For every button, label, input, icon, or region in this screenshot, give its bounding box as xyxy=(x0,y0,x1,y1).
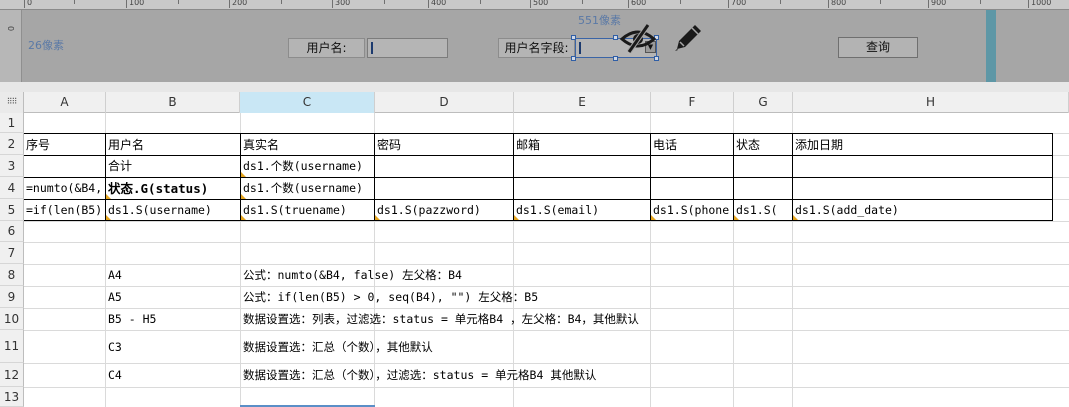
expand-marker-icon xyxy=(106,215,111,220)
ruler-label: 0 xyxy=(6,25,16,32)
expand-marker-icon xyxy=(241,215,246,220)
column-header-b[interactable]: B xyxy=(106,92,240,113)
text-cursor xyxy=(579,42,581,54)
table-header-cell[interactable]: 电话 xyxy=(651,135,733,155)
expand-marker-icon xyxy=(375,215,380,220)
parameter-panel: 0 100 200 300 400 500 600 700 800 900 10… xyxy=(0,0,1069,82)
note-text[interactable]: 数据设置选：列表，过滤选：status = 单元格B4 ，左父格：B4，其他默认 xyxy=(241,309,941,330)
note-text[interactable]: 数据设置选：汇总（个数），过滤选：status = 单元格B4 其他默认 xyxy=(241,364,941,387)
table-header-cell[interactable]: 用户名 xyxy=(106,135,240,155)
ruler-label: 800 xyxy=(831,0,847,7)
top-offset-label: 551像素 xyxy=(578,14,621,27)
row-header[interactable]: 10 xyxy=(0,308,24,330)
username-label: 用户名: xyxy=(288,38,365,58)
expand-marker-icon xyxy=(106,194,111,199)
expand-marker-icon xyxy=(514,215,519,220)
cell-a4[interactable]: =numto(&B4, xyxy=(24,178,105,199)
vertical-ruler: 0 xyxy=(0,10,22,82)
ruler-label: 200 xyxy=(232,0,248,7)
select-all-corner[interactable]: ⠿⠿ xyxy=(0,92,24,113)
note-ref[interactable]: C4 xyxy=(106,364,240,387)
column-header-d[interactable]: D xyxy=(375,92,514,113)
resize-handle[interactable] xyxy=(571,35,576,40)
pencil-icon[interactable] xyxy=(672,22,704,54)
ruler-label: 600 xyxy=(631,0,647,7)
row-header[interactable]: 3 xyxy=(0,155,24,177)
panel-separator[interactable] xyxy=(0,82,1069,92)
expand-marker-icon xyxy=(651,215,656,220)
table-header-cell[interactable]: 序号 xyxy=(24,135,105,155)
column-header-e[interactable]: E xyxy=(514,92,651,113)
cell-f5[interactable]: ds1.S(phone xyxy=(651,200,733,220)
eye-slash-icon[interactable] xyxy=(620,22,656,54)
row-header[interactable]: 5 xyxy=(0,199,24,221)
note-ref[interactable]: A5 xyxy=(106,287,240,308)
column-header-f[interactable]: F xyxy=(651,92,734,113)
row-header[interactable]: 7 xyxy=(0,242,24,264)
expand-marker-icon xyxy=(241,172,246,177)
ruler-label: 900 xyxy=(931,0,947,7)
table-header-cell[interactable]: 添加日期 xyxy=(793,135,1052,155)
cell-b5[interactable]: ds1.S(username) xyxy=(106,200,240,220)
note-ref[interactable]: B5 - H5 xyxy=(106,309,240,330)
report-grid: ⠿⠿ A B C D E F G H 1 2 3 4 5 6 7 8 9 10 … xyxy=(0,92,1069,407)
cell-c4[interactable]: ds1.个数(username) xyxy=(241,178,374,199)
cell-c5[interactable]: ds1.S(truename) xyxy=(241,200,374,220)
row-header[interactable]: 6 xyxy=(0,221,24,242)
cell-a5[interactable]: =if(len(B5) xyxy=(24,200,105,220)
table-header-cell[interactable]: 真实名 xyxy=(241,135,374,155)
left-offset-label: 26像素 xyxy=(28,39,64,52)
row-header[interactable]: 13 xyxy=(0,387,24,407)
query-button[interactable]: 查询 xyxy=(838,37,918,58)
ruler-label: 400 xyxy=(431,0,447,7)
expand-marker-icon xyxy=(241,194,246,199)
row-header[interactable]: 8 xyxy=(0,264,24,286)
ruler-label: 0 xyxy=(27,0,33,7)
resize-handle[interactable] xyxy=(654,56,659,61)
row-header[interactable]: 1 xyxy=(0,113,24,133)
row-header[interactable]: 11 xyxy=(0,330,24,363)
text-cursor xyxy=(371,42,373,54)
table-header-cell[interactable]: 密码 xyxy=(375,135,513,155)
cell-d5[interactable]: ds1.S(pazzword) xyxy=(375,200,513,220)
column-header-h[interactable]: H xyxy=(793,92,1069,113)
cell-b4[interactable]: 状态.G(status) xyxy=(106,178,240,199)
row-header[interactable]: 12 xyxy=(0,363,24,387)
resize-handle[interactable] xyxy=(571,56,576,61)
note-ref[interactable]: A4 xyxy=(106,265,240,286)
expand-marker-icon xyxy=(734,215,739,220)
cell-c3[interactable]: ds1.个数(username) xyxy=(241,156,374,177)
column-header-g[interactable]: G xyxy=(734,92,793,113)
horizontal-ruler: 0 100 200 300 400 500 600 700 800 900 10… xyxy=(0,0,1069,10)
username-field-label: 用户名字段: xyxy=(498,38,575,58)
ruler-label: 500 xyxy=(533,0,549,7)
column-header-c[interactable]: C xyxy=(240,92,375,113)
cell-h5[interactable]: ds1.S(add_date) xyxy=(793,200,1052,220)
note-text[interactable]: 数据设置选：汇总（个数），其他默认 xyxy=(241,331,941,363)
ruler-label: 300 xyxy=(335,0,351,7)
table-header-cell[interactable]: 邮箱 xyxy=(514,135,650,155)
username-input[interactable] xyxy=(367,38,448,58)
ruler-label: 700 xyxy=(731,0,747,7)
column-header-a[interactable]: A xyxy=(24,92,106,113)
note-text[interactable]: 公式：if(len(B5) > 0, seq(B4), "") 左父格：B5 xyxy=(241,287,941,308)
cell-e5[interactable]: ds1.S(email) xyxy=(514,200,650,220)
table-header-cell[interactable]: 状态 xyxy=(734,135,792,155)
resize-handle[interactable] xyxy=(613,35,618,40)
note-text[interactable]: 公式：numto(&B4, false) 左父格：B4 xyxy=(241,265,941,286)
row-header[interactable]: 9 xyxy=(0,286,24,308)
row-header[interactable]: 2 xyxy=(0,133,24,155)
ruler-label: 100 xyxy=(129,0,145,7)
cell-b3[interactable]: 合计 xyxy=(106,156,240,177)
ruler-label: 1000 xyxy=(1031,0,1052,7)
column-header-bar: ⠿⠿ A B C D E F G H xyxy=(0,92,1069,113)
row-header[interactable]: 4 xyxy=(0,177,24,199)
expand-marker-icon xyxy=(793,215,798,220)
resize-handle[interactable] xyxy=(613,56,618,61)
panel-boundary-marker[interactable] xyxy=(986,10,996,82)
note-ref[interactable]: C3 xyxy=(106,331,240,363)
cell-g5[interactable]: ds1.S( xyxy=(734,200,792,220)
